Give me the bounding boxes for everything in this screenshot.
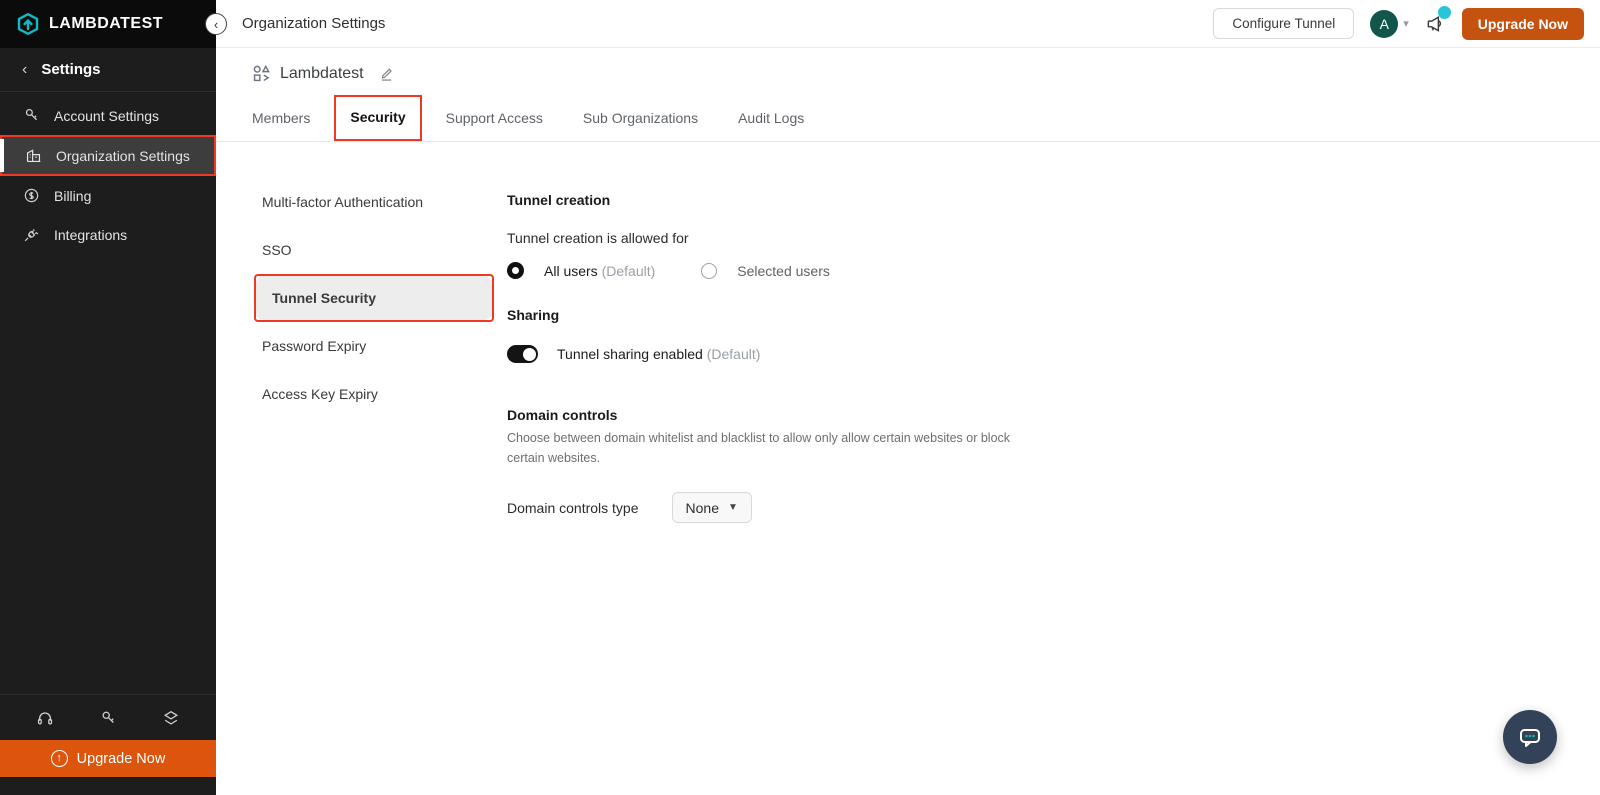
submenu-item-password-expiry[interactable]: Password Expiry [260,322,507,370]
tab-audit-logs[interactable]: Audit Logs [738,110,804,126]
logo[interactable]: LAMBDATEST [0,0,216,48]
avatar[interactable]: A [1370,9,1399,38]
tab-bar: Members Security Support Access Sub Orga… [216,95,1600,142]
tunnel-creation-sublabel: Tunnel creation is allowed for [507,230,689,246]
domain-controls-heading: Domain controls [507,407,618,423]
sidebar-item-billing[interactable]: Billing [0,176,216,215]
tunnel-security-panel: Tunnel creation Tunnel creation is allow… [507,178,1032,523]
default-suffix: (Default) [601,262,656,279]
dollar-circle-icon [22,187,40,204]
annotation-tunnel-security: Tunnel Security [254,274,494,322]
org-shapes-icon [252,64,271,83]
radio-selected-users-label: Selected users [737,262,830,279]
sidebar-footer [0,694,216,740]
headset-icon[interactable] [36,709,54,727]
settings-header-label: Settings [41,61,101,78]
domain-controls-type-label: Domain controls type [507,499,639,516]
dropdown-value: None [685,499,719,516]
sidebar-upgrade-label: Upgrade Now [76,750,166,767]
sidebar: LAMBDATEST ‹ Settings Account Settings O… [0,0,216,795]
notification-dot [1437,6,1451,19]
topbar-actions: Configure Tunnel A ▾ Upgrade Now [1213,6,1584,40]
plug-icon [22,226,40,243]
sharing-heading: Sharing [507,307,560,323]
layers-icon[interactable] [162,709,180,727]
sidebar-item-label: Billing [54,187,92,204]
radio-all-users-label: All users (Default) [544,262,656,279]
topbar: ‹ Organization Settings Configure Tunnel… [205,0,1600,48]
chat-bubble-icon [1520,729,1540,747]
domain-controls-description: Choose between domain whitelist and blac… [507,431,1011,465]
logo-text: LAMBDATEST [49,15,164,32]
default-suffix: (Default) [706,346,761,362]
arrow-up-circle-icon: ↑ [50,750,68,767]
security-layout: Multi-factor Authentication SSO Tunnel S… [216,142,1600,523]
tunnel-creation-options: All users (Default) Selected users [507,262,1032,279]
sidebar-item-label: Organization Settings [56,147,190,164]
domain-controls-type-row: Domain controls type None ▼ [507,492,1032,523]
sidebar-item-label: Integrations [54,226,128,243]
sidebar-item-organization-settings[interactable]: Organization Settings [0,135,216,176]
back-chevron-icon: ‹ [22,60,28,78]
upgrade-now-button[interactable]: Upgrade Now [1461,7,1584,40]
security-submenu: Multi-factor Authentication SSO Tunnel S… [216,178,507,523]
annotation-security-tab: Security [334,95,422,141]
submenu-item-tunnel-security[interactable]: Tunnel Security [256,276,492,320]
radio-all-users[interactable] [507,262,524,279]
tab-support-access[interactable]: Support Access [446,110,543,126]
chat-fab-button[interactable] [1503,710,1557,764]
org-name: Lambdatest [280,64,364,82]
app-window: LAMBDATEST ‹ Settings Account Settings O… [0,0,1600,795]
chevron-down-icon[interactable]: ▾ [1403,17,1409,30]
configure-tunnel-button[interactable]: Configure Tunnel [1213,8,1355,39]
sidebar-upgrade-button[interactable]: ↑ Upgrade Now [0,740,216,777]
tunnel-sharing-toggle[interactable] [507,345,538,363]
key-icon [22,107,40,124]
key-icon[interactable] [99,709,117,727]
sidebar-settings-header[interactable]: ‹ Settings [0,48,216,92]
sidebar-item-label: Account Settings [54,107,160,124]
org-row: Lambdatest [216,48,1600,83]
tunnel-sharing-label: Tunnel sharing enabled (Default) [557,346,761,362]
building-icon [24,147,42,164]
radio-selected-users[interactable] [701,262,718,279]
main-content: Lambdatest Members Security Support Acce… [216,48,1600,795]
tab-security[interactable]: Security [350,109,405,125]
lambdatest-logo-icon [16,12,40,36]
submenu-item-mfa[interactable]: Multi-factor Authentication [260,178,507,226]
back-button[interactable]: ‹ [205,13,227,35]
announcements-button[interactable] [1425,6,1451,34]
tunnel-creation-heading: Tunnel creation [507,192,611,208]
sidebar-nav: Account Settings Organization Settings B… [0,96,216,254]
caret-down-icon: ▼ [727,502,738,513]
sharing-toggle-row: Tunnel sharing enabled (Default) [507,345,1032,363]
toggle-knob [522,347,536,361]
domain-controls-type-dropdown[interactable]: None ▼ [671,492,752,523]
submenu-item-access-key-expiry[interactable]: Access Key Expiry [260,370,507,418]
tab-sub-organizations[interactable]: Sub Organizations [583,110,698,126]
edit-pencil-icon[interactable] [379,66,394,81]
sidebar-item-account-settings[interactable]: Account Settings [0,96,216,135]
tab-members[interactable]: Members [252,110,310,126]
sidebar-item-integrations[interactable]: Integrations [0,215,216,254]
page-title: Organization Settings [242,15,386,32]
submenu-item-sso[interactable]: SSO [260,226,507,274]
